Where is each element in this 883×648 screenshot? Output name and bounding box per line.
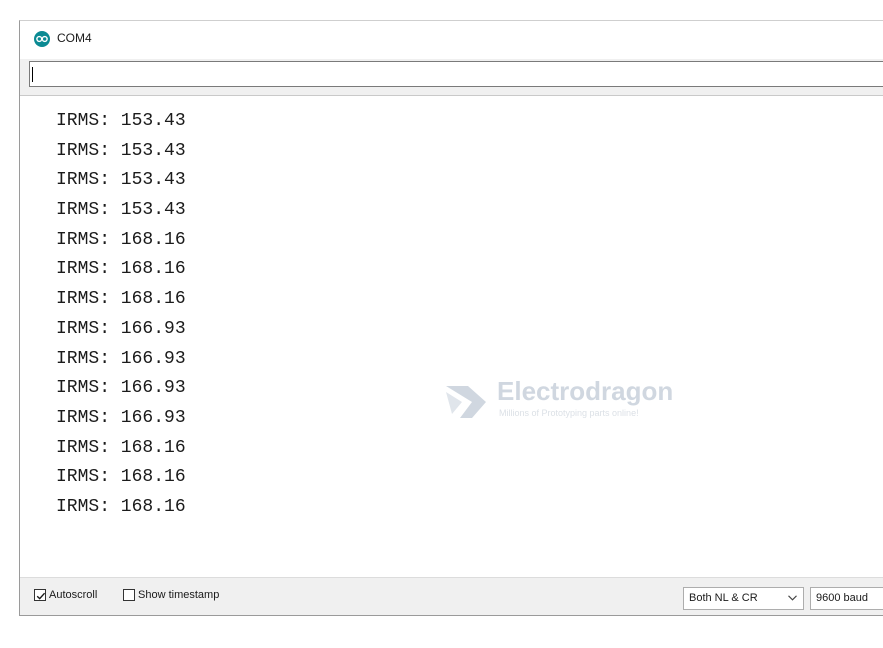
output-line: IRMS: 153.43: [56, 170, 186, 191]
status-bar: Autoscroll Show timestamp Both NL & CR 9…: [20, 577, 883, 615]
watermark-name: Electrodragon: [497, 376, 674, 406]
send-input[interactable]: [29, 61, 883, 87]
output-line: IRMS: 168.16: [56, 289, 186, 310]
line-ending-value: Both NL & CR: [689, 592, 758, 604]
chevron-down-icon: [788, 595, 797, 601]
output-line: IRMS: 168.16: [56, 437, 186, 458]
title-bar: COM4: [20, 21, 883, 59]
show-timestamp-checkbox[interactable]: Show timestamp: [123, 589, 219, 601]
autoscroll-check-box[interactable]: [34, 589, 46, 601]
output-line: IRMS: 168.16: [56, 467, 186, 488]
watermark-tagline: Millions of Prototyping parts online!: [499, 408, 639, 418]
baud-rate-select[interactable]: 9600 baud: [810, 587, 883, 610]
output-line: IRMS: 153.43: [56, 200, 186, 221]
autoscroll-label: Autoscroll: [49, 589, 98, 601]
serial-output[interactable]: IRMS: 153.43 IRMS: 153.43 IRMS: 153.43 IRMS…: [20, 95, 883, 577]
output-line: IRMS: 168.16: [56, 229, 186, 250]
output-line: IRMS: 153.43: [56, 111, 186, 131]
output-line: IRMS: 168.16: [56, 496, 186, 517]
output-line: IRMS: 168.16: [56, 259, 186, 280]
output-line: IRMS: 153.43: [56, 140, 186, 161]
autoscroll-checkbox[interactable]: Autoscroll: [34, 589, 97, 601]
show-timestamp-label: Show timestamp: [138, 589, 220, 601]
checkmark-icon: [36, 592, 46, 600]
output-line: IRMS: 166.93: [56, 378, 186, 399]
send-row: [20, 59, 883, 95]
watermark: Electrodragon Millions of Prototyping pa…: [442, 376, 702, 422]
timestamp-check-box[interactable]: [123, 589, 135, 601]
electrodragon-logo-icon: [446, 386, 486, 418]
text-caret: [32, 67, 33, 82]
output-lines: IRMS: 153.43 IRMS: 153.43 IRMS: 153.43 IRMS…: [56, 107, 186, 523]
serial-monitor-window: COM4 IRMS: 153.43 IRMS: 153.43 IRMS: 153.4…: [19, 20, 883, 616]
line-ending-select[interactable]: Both NL & CR: [683, 587, 804, 610]
output-line: IRMS: 166.93: [56, 318, 186, 339]
arduino-icon: [34, 31, 50, 47]
baud-rate-value: 9600 baud: [816, 592, 868, 604]
window-title: COM4: [57, 31, 92, 45]
output-line: IRMS: 166.93: [56, 407, 186, 428]
output-line: IRMS: 166.93: [56, 348, 186, 369]
